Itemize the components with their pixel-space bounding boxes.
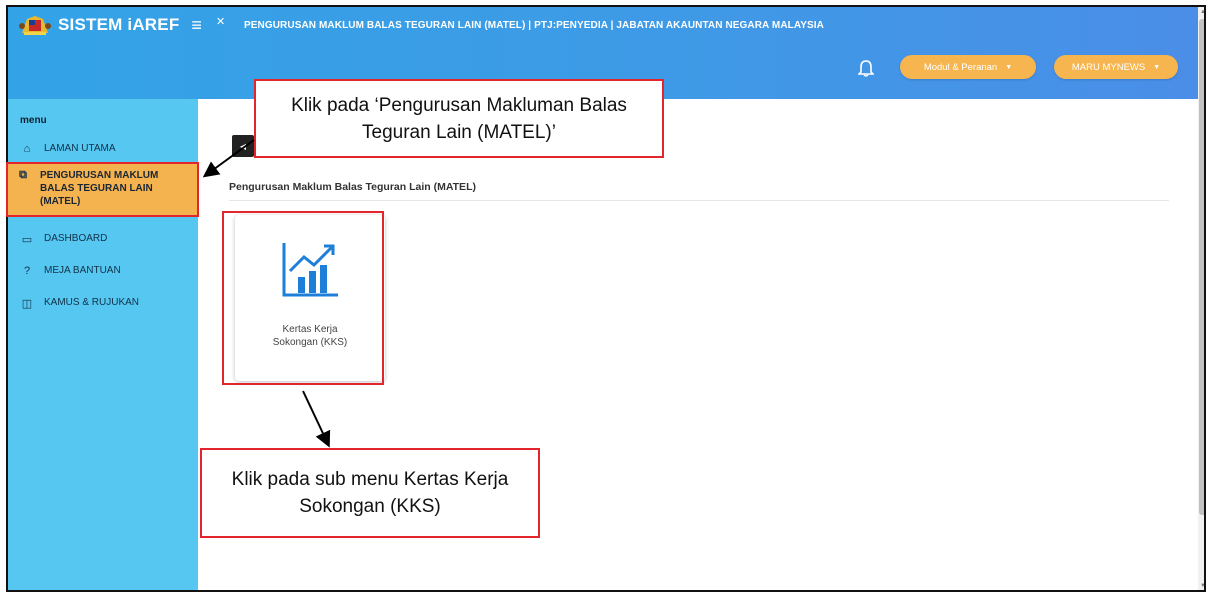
fullscreen-icon[interactable]: ✕: [216, 15, 225, 28]
sidebar-item-laman-utama[interactable]: ⌂ LAMAN UTAMA: [20, 143, 116, 155]
help-icon: ?: [23, 265, 31, 277]
scrollbar-thumb[interactable]: [1199, 19, 1204, 515]
sidebar-item-matel[interactable]: ⧉ PENGURUSAN MAKLUM BALAS TEGURAN LAIN (…: [6, 162, 199, 217]
book-icon: ◫: [21, 298, 33, 310]
breadcrumb: Pengurusan Maklum Balas Teguran Lain (MA…: [229, 181, 476, 193]
brand[interactable]: SISTEM iAREF ≡ ✕: [18, 13, 225, 37]
folder-icon: ⧉: [19, 169, 27, 181]
page-heading: PENGURUSAN MAKLUM BALAS TEGURAN LAIN (MA…: [244, 20, 824, 31]
brand-name: SISTEM iAREF: [58, 15, 180, 34]
dashboard-icon: ▭: [21, 234, 33, 246]
callout-text: Klik pada ‘Pengurusan Makluman Balas Teg…: [291, 94, 627, 143]
kks-card[interactable]: Kertas Kerja Sokongan (KKS): [235, 215, 385, 381]
modul-peranan-dropdown[interactable]: Modul & Peranan ▼: [900, 55, 1036, 79]
chevron-down-icon: ▼: [1153, 63, 1161, 71]
sidebar-item-label: LAMAN UTAMA: [44, 143, 116, 154]
sidebar-item-meja-bantuan[interactable]: ? MEJA BANTUAN: [20, 265, 121, 277]
coat-of-arms-logo: [19, 16, 51, 35]
back-button[interactable]: ◀: [232, 135, 254, 157]
user-menu-dropdown[interactable]: MARU MYNEWS ▼: [1054, 55, 1178, 79]
sidebar-item-kamus-rujukan[interactable]: ◫ KAMUS & RUJUKAN: [20, 297, 139, 310]
divider: [229, 200, 1169, 201]
chart-growth-icon: [282, 243, 338, 297]
bell-icon[interactable]: [858, 59, 874, 77]
sidebar-title: menu: [20, 115, 47, 126]
hamburger-menu-icon[interactable]: ≡: [191, 15, 202, 36]
callout-text: Klik pada sub menu Kertas Kerja Sokongan…: [231, 469, 509, 517]
card-label: Kertas Kerja Sokongan (KKS): [272, 324, 348, 348]
vertical-scrollbar[interactable]: ▲ ▼: [1198, 7, 1204, 590]
sidebar-item-label: KAMUS & RUJUKAN: [44, 297, 140, 308]
sidebar-item-dashboard[interactable]: ▭ DASHBOARD: [20, 233, 108, 246]
modul-peranan-label: Modul & Peranan: [923, 61, 998, 73]
scroll-up-icon[interactable]: ▲: [1200, 9, 1204, 15]
instruction-callout-2: Klik pada sub menu Kertas Kerja Sokongan…: [200, 448, 540, 538]
sidebar-item-label: PENGURUSAN MAKLUM BALAS TEGURAN LAIN (MA…: [40, 170, 159, 207]
scroll-down-icon[interactable]: ▼: [1200, 583, 1204, 589]
sidebar-item-label: DASHBOARD: [44, 233, 108, 244]
instruction-callout-1: Klik pada ‘Pengurusan Makluman Balas Teg…: [254, 79, 664, 158]
sidebar-item-label: MEJA BANTUAN: [44, 265, 121, 276]
user-name-label: MARU MYNEWS: [1071, 61, 1146, 73]
home-icon: ⌂: [23, 143, 31, 155]
chevron-down-icon: ▼: [1005, 63, 1013, 71]
